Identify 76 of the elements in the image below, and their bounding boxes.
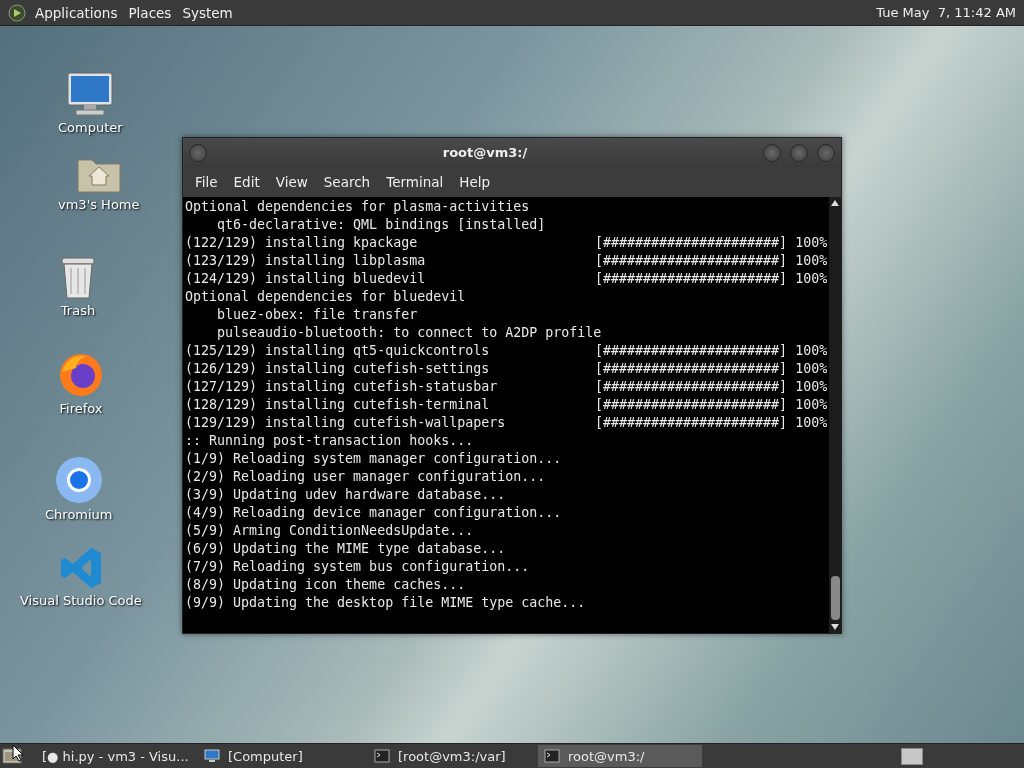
workspace-switcher[interactable] bbox=[901, 747, 923, 765]
terminal-line: Optional dependencies for bluedevil bbox=[185, 288, 467, 306]
terminal-icon bbox=[374, 749, 390, 763]
menu-item[interactable]: View bbox=[267, 174, 316, 190]
panel-menu[interactable]: Places bbox=[125, 4, 180, 21]
taskbar-button[interactable]: [● hi.py - vm3 - Visu... bbox=[28, 745, 192, 767]
progress-bar-text: [######################] bbox=[595, 342, 788, 360]
percent-text: 100% bbox=[795, 342, 828, 360]
terminal-line: (124/129) installing bluedevil bbox=[185, 270, 427, 288]
terminal-line: (3/9) Updating udev hardware database... bbox=[185, 486, 507, 504]
terminal-line: (6/9) Updating the MIME type database... bbox=[185, 540, 507, 558]
terminal-line: (9/9) Updating the desktop file MIME type cache... bbox=[185, 594, 587, 612]
terminal-line: (7/9) Reloading system bus configuration... bbox=[185, 558, 531, 576]
scrollbar-thumb[interactable] bbox=[830, 576, 840, 620]
percent-text: 100% bbox=[795, 360, 828, 378]
clock[interactable]: Tue May 7, 11:42 AM bbox=[876, 5, 1016, 20]
play-logo-icon[interactable] bbox=[8, 3, 26, 22]
scroll-down-arrow-icon[interactable] bbox=[831, 624, 840, 630]
percent-text: 100% bbox=[795, 252, 828, 270]
trash-icon[interactable] bbox=[58, 254, 98, 300]
progress-bar-text: [######################] bbox=[595, 414, 788, 432]
browser-globe-icon[interactable] bbox=[58, 352, 104, 398]
terminal-line: Optional dependencies for plasma-activities bbox=[185, 198, 531, 216]
menu-item[interactable]: Search bbox=[315, 174, 379, 190]
terminal-line: pulseaudio-bluetooth: to connect to A2DP profile bbox=[216, 324, 603, 342]
menu-item[interactable]: Edit bbox=[225, 174, 268, 190]
terminal-line: (1/9) Reloading system manager configuration... bbox=[185, 450, 563, 468]
close-button[interactable] bbox=[817, 143, 835, 162]
terminal-line: (4/9) Reloading device manager configuration... bbox=[185, 504, 563, 522]
terminal-line: (8/9) Updating icon theme caches... bbox=[185, 576, 467, 594]
scrollbar[interactable] bbox=[829, 197, 841, 633]
taskbar-button[interactable]: [root@vm3:/var] bbox=[368, 745, 532, 767]
desktop-icon-label[interactable]: Computer bbox=[58, 120, 123, 135]
progress-bar-text: [######################] bbox=[595, 270, 788, 288]
desktop-icon-label[interactable]: Firefox bbox=[59, 401, 103, 416]
menu-item[interactable]: Terminal bbox=[378, 174, 452, 190]
percent-text: 100% bbox=[795, 234, 828, 252]
progress-bar-text: [######################] bbox=[595, 378, 788, 396]
terminal-line: (128/129) installing cutefish-terminal bbox=[185, 396, 491, 414]
scroll-up-arrow-icon[interactable] bbox=[831, 200, 840, 206]
terminal-line: (2/9) Reloading user manager configuration... bbox=[185, 468, 547, 486]
terminal-line: (122/129) installing kpackage bbox=[185, 234, 419, 252]
terminal-icon bbox=[544, 749, 560, 763]
percent-text: 100% bbox=[795, 414, 828, 432]
desktop-icon-label[interactable]: Trash bbox=[60, 303, 96, 318]
terminal-line: (129/129) installing cutefish-wallpapers bbox=[185, 414, 507, 432]
window-title: root@vm3:/ bbox=[441, 145, 529, 160]
progress-bar-text: [######################] bbox=[595, 396, 788, 414]
terminal-line: :: Running post-transaction hooks... bbox=[185, 432, 475, 450]
percent-text: 100% bbox=[795, 270, 828, 288]
monitor-icon bbox=[204, 749, 220, 763]
percent-text: 100% bbox=[795, 378, 828, 396]
browser-circle-icon[interactable] bbox=[54, 456, 103, 504]
taskbar-button[interactable]: root@vm3:/ bbox=[538, 745, 702, 767]
progress-bar-text: [######################] bbox=[595, 252, 788, 270]
mouse-pointer-icon bbox=[12, 744, 24, 762]
menu-item[interactable]: File bbox=[187, 174, 226, 190]
terminal-line: qt6-declarative: QML bindings [installed] bbox=[216, 216, 547, 234]
terminal-line: (5/9) Arming ConditionNeedsUpdate... bbox=[185, 522, 475, 540]
taskbar-button[interactable]: [Computer] bbox=[198, 745, 362, 767]
progress-bar-text: [######################] bbox=[595, 234, 788, 252]
window-menu-button[interactable] bbox=[189, 143, 207, 162]
panel-menu[interactable]: Applications bbox=[32, 4, 126, 21]
terminal-line: (125/129) installing qt5-quickcontrols bbox=[185, 342, 491, 360]
menu-item[interactable]: Help bbox=[451, 174, 499, 190]
desktop-icon-label[interactable]: vm3's Home bbox=[58, 197, 140, 212]
terminal-line: (126/129) installing cutefish-settings bbox=[185, 360, 491, 378]
terminal-line: bluez-obex: file transfer bbox=[216, 306, 419, 324]
maximize-button[interactable] bbox=[790, 143, 808, 162]
panel-menu[interactable]: System bbox=[179, 4, 241, 21]
percent-text: 100% bbox=[795, 396, 828, 414]
terminal-line: (127/129) installing cutefish-statusbar bbox=[185, 378, 499, 396]
minimize-button[interactable] bbox=[763, 143, 781, 162]
progress-bar-text: [######################] bbox=[595, 360, 788, 378]
terminal-line: (123/129) installing libplasma bbox=[185, 252, 427, 270]
monitor-icon[interactable] bbox=[66, 71, 115, 117]
